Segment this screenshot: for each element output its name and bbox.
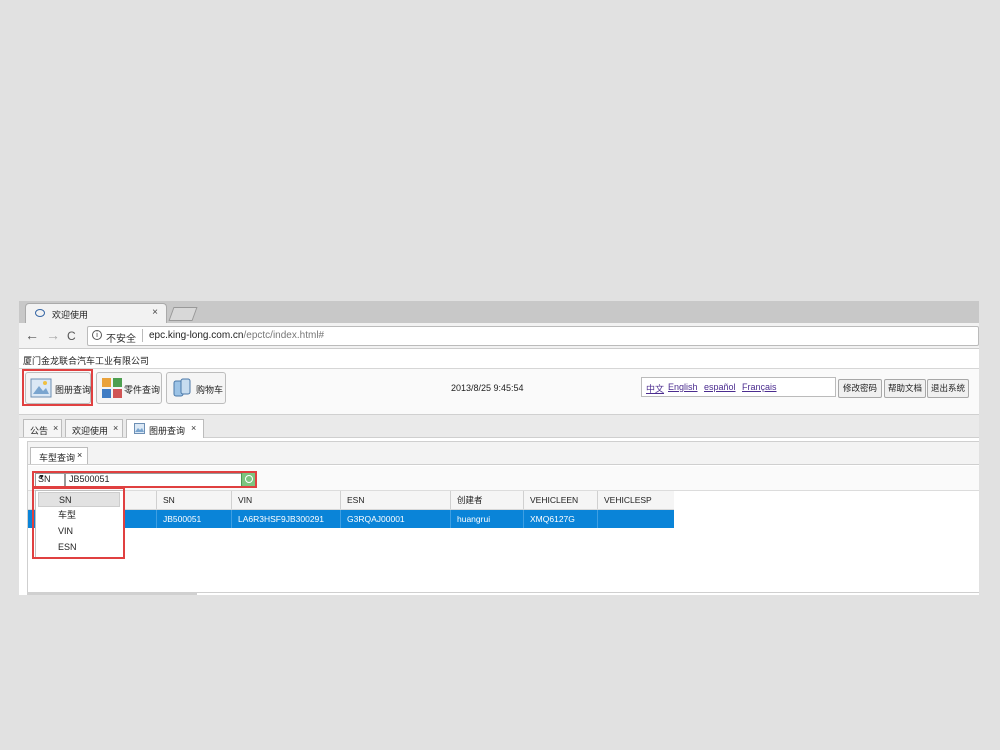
album-search-icon	[30, 378, 52, 398]
site-favicon-icon	[35, 309, 45, 317]
dropdown-option-esn[interactable]: ESN	[38, 540, 120, 555]
tab-welcome[interactable]: 欢迎使用 ×	[65, 419, 123, 437]
close-icon[interactable]: ×	[53, 423, 58, 433]
browser-window: 欢迎使用 × ← → C i 不安全 epc.king-long.com.cn/…	[19, 301, 979, 595]
content-panel: 车型查询 × SN ▼ JB500051 SN VIN ESN 创建者 VEHI…	[27, 441, 979, 593]
current-datetime: 2013/8/25 9:45:54	[451, 383, 524, 393]
lang-spanish-link[interactable]: español	[704, 382, 736, 392]
column-header-vin[interactable]: VIN	[231, 491, 340, 509]
sub-tab-bar: 车型查询 ×	[28, 442, 979, 465]
browser-tab-strip: 欢迎使用 ×	[19, 301, 979, 324]
tab-notice[interactable]: 公告 ×	[23, 419, 62, 437]
back-arrow-icon[interactable]: ←	[25, 327, 39, 343]
search-icon	[245, 475, 253, 483]
forward-arrow-icon[interactable]: →	[46, 327, 60, 343]
album-icon	[134, 423, 145, 434]
tab-vehicle-search[interactable]: 车型查询 ×	[30, 447, 88, 464]
shopping-cart-icon	[173, 378, 191, 397]
table-cell-vehiclesp	[597, 510, 674, 528]
shopping-cart-label: 购物车	[196, 385, 224, 395]
tab-album-search[interactable]: 图册查询 ×	[126, 419, 204, 438]
table-cell-sn: JB500051	[156, 510, 231, 528]
lang-chinese-link[interactable]: 中文	[646, 382, 664, 395]
chevron-down-icon: ▼	[38, 474, 45, 481]
dropdown-option-vin[interactable]: VIN	[38, 524, 120, 539]
url-text: epc.king-long.com.cn/epctc/index.html#	[149, 330, 324, 341]
search-row: SN ▼ JB500051	[28, 466, 979, 491]
url-input[interactable]: i 不安全 epc.king-long.com.cn/epctc/index.h…	[87, 326, 979, 346]
address-bar: ← → C i 不安全 epc.king-long.com.cn/epctc/i…	[19, 323, 979, 349]
info-icon[interactable]: i	[92, 330, 102, 340]
shopping-cart-button[interactable]: 购物车	[166, 372, 226, 404]
language-selector: 中文 English español Français	[641, 377, 836, 397]
security-label: 不安全	[106, 334, 136, 345]
table-cell-esn: G3RQAJ00001	[340, 510, 450, 528]
reload-icon[interactable]: C	[67, 328, 76, 344]
table-cell-creator: huangrui	[450, 510, 523, 528]
column-header-esn[interactable]: ESN	[340, 491, 450, 509]
tab-label: 图册查询	[149, 426, 186, 436]
dropdown-option-sn[interactable]: SN	[38, 492, 120, 507]
url-path: /epctc/index.html#	[243, 330, 325, 341]
lang-french-link[interactable]: Français	[742, 382, 777, 392]
search-value: JB500051	[69, 474, 110, 484]
parts-search-icon	[102, 378, 122, 398]
grid-header: SN VIN ESN 创建者 VEHICLEEN VEHICLESP	[28, 491, 674, 510]
search-field-dropdown: SN 车型 VIN ESN	[35, 490, 124, 558]
album-search-button[interactable]: 图册查询	[25, 372, 91, 404]
table-cell-vin: LA6R3HSF9JB300291	[231, 510, 340, 528]
lang-english-link[interactable]: English	[668, 382, 698, 392]
divider	[142, 329, 143, 342]
browser-tab-title: 欢迎使用	[52, 310, 89, 320]
search-field-select[interactable]: SN ▼	[35, 473, 65, 487]
album-search-label: 图册查询	[55, 385, 92, 395]
close-icon[interactable]: ×	[77, 450, 82, 460]
dropdown-option-model[interactable]: 车型	[38, 508, 120, 523]
parts-search-button[interactable]: 零件查询	[96, 372, 162, 404]
app-tab-bar: 公告 × 欢迎使用 × 图册查询 ×	[19, 414, 979, 438]
help-docs-button[interactable]: 帮助文档	[884, 379, 926, 398]
table-cell-vehicleen: XMQ6127G	[523, 510, 597, 528]
close-icon[interactable]: ×	[191, 423, 196, 433]
tab-label: 公告	[30, 426, 49, 436]
logout-button[interactable]: 退出系统	[927, 379, 969, 398]
search-button[interactable]	[241, 472, 257, 487]
parts-search-label: 零件查询	[124, 385, 161, 395]
url-host: epc.king-long.com.cn	[149, 330, 244, 341]
new-tab-button[interactable]	[168, 307, 198, 321]
tab-label: 车型查询	[39, 453, 76, 463]
table-row[interactable]: JB500051 LA6R3HSF9JB300291 G3RQAJ00001 h…	[28, 510, 674, 528]
column-header-creator[interactable]: 创建者	[450, 491, 523, 509]
close-icon[interactable]: ×	[113, 423, 118, 433]
horizontal-scrollbar[interactable]	[27, 592, 197, 595]
column-header-sn[interactable]: SN	[156, 491, 231, 509]
column-header-vehiclesp[interactable]: VEHICLESP	[597, 491, 674, 509]
close-tab-icon[interactable]: ×	[152, 307, 158, 318]
tab-label: 欢迎使用	[72, 426, 109, 436]
search-input[interactable]: JB500051	[65, 473, 242, 487]
column-header-vehicleen[interactable]: VEHICLEEN	[523, 491, 597, 509]
browser-tab[interactable]: 欢迎使用 ×	[25, 303, 167, 324]
company-title: 厦门金龙联合汽车工业有限公司	[23, 356, 150, 366]
change-password-button[interactable]: 修改密码	[838, 379, 882, 398]
